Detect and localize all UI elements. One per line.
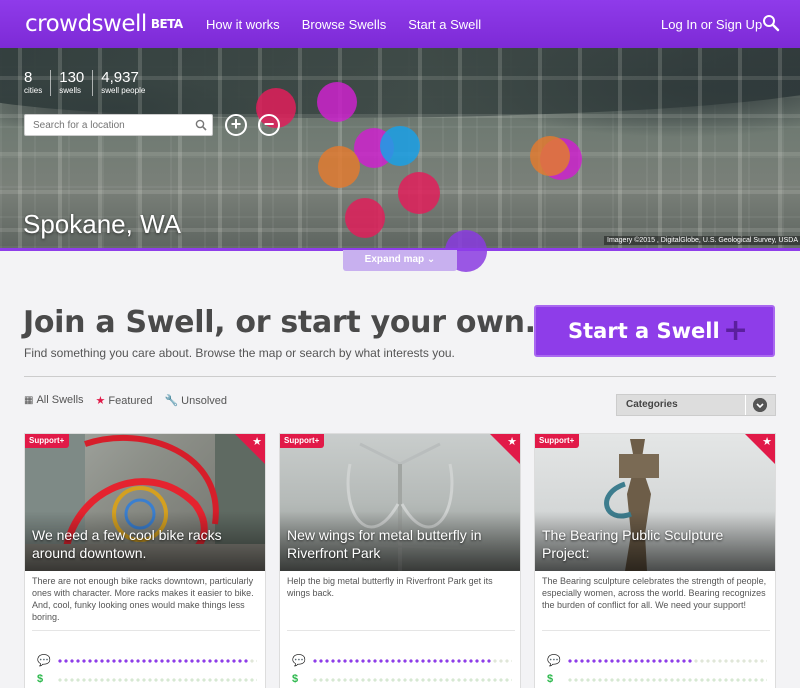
logo[interactable]: crowdswell BETA — [25, 11, 183, 37]
stat-label: cities — [24, 86, 43, 95]
card-title[interactable]: The Bearing Public Sculpture Project: — [542, 526, 770, 562]
stat-value: 130 — [59, 69, 85, 86]
stat-label: swell people — [101, 86, 146, 95]
wrench-icon: 🔧 — [164, 395, 179, 407]
map-credit: Imagery ©2015 , DigitalGlobe, U.S. Geolo… — [604, 236, 800, 245]
star-icon: ★ — [762, 436, 772, 448]
map-marker[interactable] — [380, 126, 420, 166]
categories-dropdown[interactable]: Categories — [616, 394, 776, 416]
beta-badge: BETA — [150, 17, 183, 31]
location-search-input[interactable] — [25, 115, 185, 136]
comment-icon: 💬 — [37, 655, 51, 667]
divider — [24, 376, 776, 377]
support-badge: Support+ — [280, 434, 325, 448]
stat-swells: 130 swells — [50, 70, 92, 96]
stat-swell-people: 4,937 swell people — [92, 70, 153, 96]
card-description: There are not enough bike racks downtown… — [32, 576, 254, 622]
dollar-icon: $ — [37, 673, 44, 685]
map-stats: 8 cities 130 swells 4,937 swell people — [24, 70, 153, 96]
magnifier-icon[interactable] — [195, 119, 207, 131]
nav-how-it-works[interactable]: How it works — [206, 17, 280, 32]
stat-cities: 8 cities — [24, 70, 50, 96]
filter-unsolved[interactable]: 🔧 Unsolved — [164, 394, 227, 407]
filter-all-swells[interactable]: ▦ All Swells — [24, 394, 84, 407]
map-marker[interactable] — [345, 198, 385, 238]
expand-map-label: Expand map — [364, 254, 425, 265]
search-icon[interactable] — [762, 14, 780, 32]
dropdown-separator — [745, 395, 746, 415]
map-marker[interactable] — [317, 82, 357, 122]
filter-label: All Swells — [36, 394, 84, 406]
nav-start-a-swell[interactable]: Start a Swell — [408, 17, 481, 32]
page-subline: Find something you care about. Browse th… — [24, 346, 455, 360]
card-title[interactable]: We need a few cool bike racks around dow… — [32, 526, 260, 562]
logo-text: crowdswell — [25, 11, 147, 37]
map-marker[interactable] — [398, 172, 440, 214]
support-badge: Support+ — [25, 434, 70, 448]
funding-dots — [57, 677, 257, 683]
star-icon: ★ — [252, 436, 262, 448]
stat-label: swells — [59, 86, 82, 95]
card-description: The Bearing sculpture celebrates the str… — [542, 576, 767, 610]
nav-browse-swells[interactable]: Browse Swells — [302, 17, 387, 32]
page-headline: Join a Swell, or start your own. — [23, 305, 536, 340]
card-divider — [32, 630, 260, 631]
swell-card[interactable]: Support+ ★ We need a few cool bike racks… — [24, 433, 266, 688]
filter-featured[interactable]: ★ Featured — [96, 394, 153, 407]
star-icon: ★ — [507, 436, 517, 448]
swell-card[interactable]: Support+ ★ The Bearing Public Sculpture … — [534, 433, 776, 688]
card-divider — [287, 630, 515, 631]
activity-dots-filled — [567, 658, 693, 664]
categories-label: Categories — [626, 399, 678, 410]
start-swell-label: Start a Swell — [568, 319, 720, 343]
comment-icon: 💬 — [292, 655, 306, 667]
city-name: Spokane, WA — [23, 209, 182, 239]
funding-dots — [567, 677, 767, 683]
filter-label: Unsolved — [181, 395, 227, 407]
dollar-icon: $ — [547, 673, 554, 685]
map-marker[interactable] — [318, 146, 360, 188]
zoom-in-button[interactable]: + — [225, 114, 247, 136]
card-divider — [542, 630, 770, 631]
dollar-icon: $ — [292, 673, 299, 685]
expand-map-button[interactable]: Expand map ⌄ — [343, 250, 457, 271]
swell-filters: ▦ All Swells ★ Featured 🔧 Unsolved — [24, 394, 227, 407]
start-swell-button[interactable]: Start a Swell + — [534, 305, 775, 357]
top-navbar: crowdswell BETA How it works Browse Swell… — [0, 0, 800, 48]
activity-dots-filled — [312, 658, 492, 664]
swell-card[interactable]: Support+ ★ New wings for metal butterfly… — [279, 433, 521, 688]
zoom-out-button[interactable]: − — [258, 114, 280, 136]
comment-icon: 💬 — [547, 655, 561, 667]
card-title[interactable]: New wings for metal butterfly in Riverfr… — [287, 526, 515, 562]
funding-dots — [312, 677, 512, 683]
login-signup-link[interactable]: Log In or Sign Up — [661, 17, 762, 32]
map-marker[interactable] — [530, 136, 570, 176]
chevron-down-icon — [753, 398, 767, 412]
main-nav: How it works Browse Swells Start a Swell — [206, 17, 481, 32]
stat-value: 4,937 — [101, 69, 139, 86]
grid-icon: ▦ — [24, 395, 34, 406]
plus-icon: + — [723, 313, 749, 348]
filter-label: Featured — [108, 395, 153, 407]
card-description: Help the big metal butterfly in Riverfro… — [287, 576, 493, 598]
location-search — [24, 114, 213, 136]
activity-dots-filled — [57, 658, 249, 664]
chevron-down-icon: ⌄ — [426, 254, 436, 265]
support-badge: Support+ — [535, 434, 580, 448]
star-icon: ★ — [95, 395, 106, 407]
stat-value: 8 — [24, 69, 33, 86]
